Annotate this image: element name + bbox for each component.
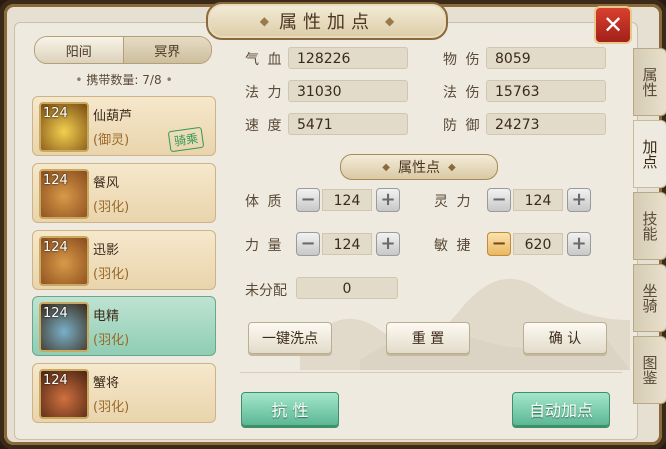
strength-stepper: − 124 + (296, 232, 400, 256)
reset-button[interactable]: 重 置 (386, 322, 470, 354)
agility-stepper: − 620 + (487, 232, 591, 256)
pet-name: 餐风 (93, 176, 120, 191)
resistance-button[interactable]: 抗 性 (241, 392, 339, 426)
constitution-stepper: − 124 + (296, 188, 400, 212)
pet-avatar: 124 (39, 102, 89, 152)
attr-label-constitution: 体 质 (245, 194, 284, 210)
unallocated-label: 未分配 (245, 283, 287, 299)
pet-name: 蟹将 (93, 376, 120, 391)
pet-card[interactable]: 124 迅影 (羽化) (32, 230, 216, 290)
carry-value: 7/8 (142, 73, 162, 87)
realm-switch: 阳间 冥界 (34, 36, 212, 64)
unallocated-value: 0 (296, 277, 398, 299)
minus-icon[interactable]: − (487, 188, 511, 212)
pet-type: (御灵) (93, 133, 130, 148)
pet-card[interactable]: 124 餐风 (羽化) (32, 163, 216, 223)
stat-value-phys-atk: 8059 (486, 47, 606, 69)
title-text: 属性加点 (279, 12, 375, 33)
plus-icon[interactable]: + (567, 232, 591, 256)
divider (240, 372, 622, 373)
attr-points-title: 属性点 (398, 160, 440, 176)
pet-name: 仙葫芦 (93, 109, 133, 124)
close-icon: ✕ (602, 11, 624, 39)
spirit-value: 124 (513, 189, 563, 211)
pet-avatar: 124 (39, 369, 89, 419)
stat-label-speed: 速 度 (245, 118, 284, 134)
stat-label-mp: 法 力 (245, 85, 284, 101)
auto-allocate-button[interactable]: 自动加点 (512, 392, 610, 426)
tab-codex[interactable]: 图鉴 (633, 336, 666, 404)
carry-label: 携带数量: (86, 73, 139, 87)
pet-avatar: 124 (39, 236, 89, 286)
page-title: ◆ 属性加点 ◆ (206, 2, 448, 40)
pet-type: (羽化) (93, 200, 130, 215)
carry-count: • 携带数量: 7/8 • (75, 73, 173, 87)
pet-type: (羽化) (93, 267, 130, 282)
tab-skills[interactable]: 技能 (633, 192, 666, 260)
attr-points-header: ◆ 属性点 ◆ (340, 154, 498, 180)
stat-value-hp: 128226 (288, 47, 408, 69)
minus-icon[interactable]: − (487, 232, 511, 256)
minus-icon[interactable]: − (296, 232, 320, 256)
pet-level: 124 (43, 106, 68, 121)
stat-label-defense: 防 御 (443, 118, 482, 134)
attr-label-strength: 力 量 (245, 238, 284, 254)
constitution-value: 124 (322, 189, 372, 211)
title-ornament-right: ◆ (385, 14, 395, 28)
tab-yangjian[interactable]: 阳间 (35, 37, 123, 63)
pet-list-panel: 阳间 冥界 • 携带数量: 7/8 • 124 仙葫芦 (御灵) 骑乘 124 餐风… (26, 30, 222, 440)
pet-card-selected[interactable]: 124 电精 (羽化) (32, 296, 216, 356)
pet-avatar: 124 (39, 302, 89, 352)
minus-icon[interactable]: − (296, 188, 320, 212)
pet-level: 124 (43, 306, 68, 321)
pet-type: (羽化) (93, 400, 130, 415)
close-button[interactable]: ✕ (594, 6, 632, 44)
attr-label-spirit: 灵 力 (434, 194, 473, 210)
pet-name: 电精 (93, 309, 120, 324)
pet-avatar: 124 (39, 169, 89, 219)
pet-level: 124 (43, 173, 68, 188)
plus-icon[interactable]: + (567, 188, 591, 212)
stat-value-speed: 5471 (288, 113, 408, 135)
pet-level: 124 (43, 240, 68, 255)
stat-value-defense: 24273 (486, 113, 606, 135)
pet-level: 124 (43, 373, 68, 388)
plus-icon[interactable]: + (376, 232, 400, 256)
tab-attributes[interactable]: 属性 (633, 48, 666, 116)
strength-value: 124 (322, 233, 372, 255)
stat-label-magic-atk: 法 伤 (443, 85, 482, 101)
mount-badge: 骑乘 (167, 126, 205, 153)
pet-name: 迅影 (93, 243, 120, 258)
attr-label-agility: 敏 捷 (434, 238, 473, 254)
confirm-button[interactable]: 确 认 (523, 322, 607, 354)
stat-label-phys-atk: 物 伤 (443, 52, 482, 68)
agility-value: 620 (513, 233, 563, 255)
pet-type: (羽化) (93, 333, 130, 348)
spirit-stepper: − 124 + (487, 188, 591, 212)
tab-mount[interactable]: 坐骑 (633, 264, 666, 332)
one-click-wash-button[interactable]: 一键洗点 (248, 322, 332, 354)
stat-value-mp: 31030 (288, 80, 408, 102)
tab-add-points[interactable]: 加点 (633, 120, 666, 188)
pet-card[interactable]: 124 蟹将 (羽化) (32, 363, 216, 423)
pet-card[interactable]: 124 仙葫芦 (御灵) 骑乘 (32, 96, 216, 156)
stat-value-magic-atk: 15763 (486, 80, 606, 102)
title-ornament-left: ◆ (259, 14, 269, 28)
plus-icon[interactable]: + (376, 188, 400, 212)
stat-label-hp: 气 血 (245, 52, 284, 68)
tab-mingjie[interactable]: 冥界 (122, 37, 211, 63)
